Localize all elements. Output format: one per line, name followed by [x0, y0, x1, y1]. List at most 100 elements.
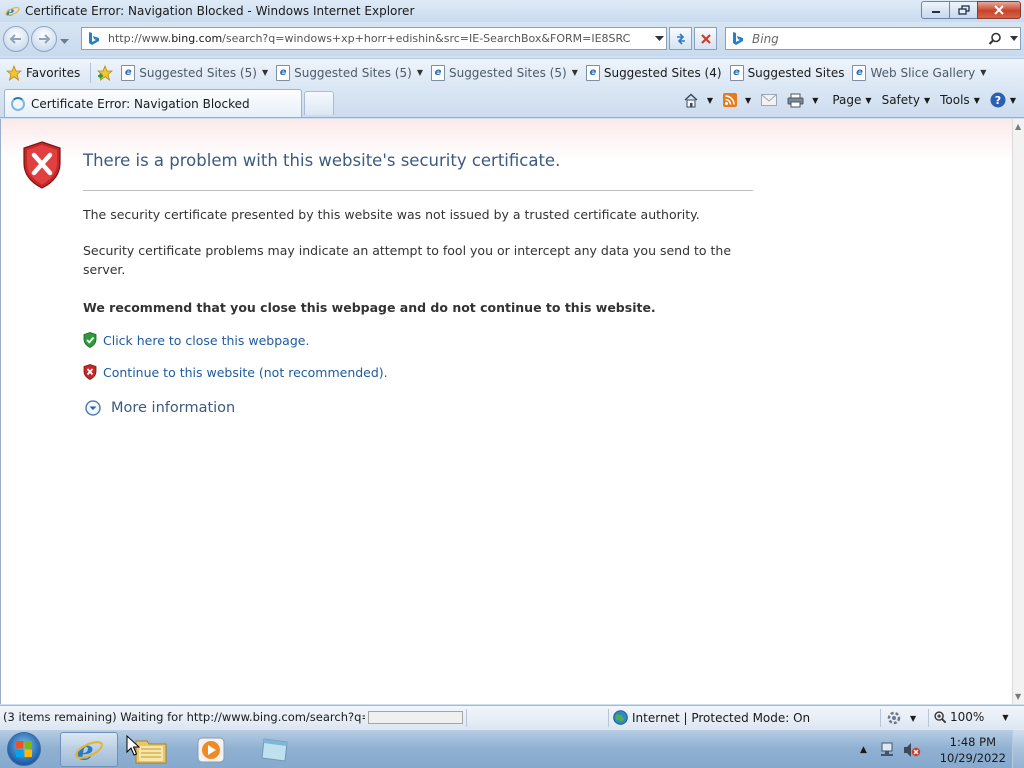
help-button[interactable]: ? ▼	[990, 92, 1016, 108]
read-mail-button[interactable]	[761, 94, 778, 106]
scroll-up-icon[interactable]: ▲	[1015, 122, 1021, 131]
chevron-down-icon: ▼	[812, 95, 819, 105]
tools-menu-button[interactable]: Tools ▼	[940, 93, 980, 107]
show-desktop-button[interactable]	[1012, 730, 1024, 768]
mouse-cursor-icon	[126, 735, 140, 756]
favorites-item-suggested-sites-1[interactable]: e Suggested Sites (5) ▼	[121, 64, 268, 81]
bing-icon	[730, 31, 746, 47]
ie-icon: e	[4, 3, 20, 19]
security-zone[interactable]: Internet | Protected Mode: On	[613, 710, 810, 725]
settings-gear-icon	[887, 711, 901, 725]
chevron-down-icon: ▼	[980, 68, 987, 77]
search-input[interactable]	[752, 31, 982, 46]
search-options-dropdown[interactable]	[1008, 36, 1020, 41]
address-url[interactable]: http://www.bing.com/search?q=windows+xp+…	[108, 32, 652, 45]
chevron-down-icon: ▼	[1002, 712, 1009, 722]
zoom-control[interactable]: 100% ▼	[934, 710, 1008, 724]
clock-date: 10/29/2022	[939, 751, 1006, 765]
ie-page-icon: e	[585, 64, 600, 81]
close-webpage-link-row[interactable]: Click here to close this webpage.	[83, 332, 309, 348]
continue-website-link[interactable]: Continue to this website (not recommende…	[103, 365, 388, 380]
ie-page-icon: e	[121, 64, 136, 81]
recent-pages-dropdown[interactable]	[60, 34, 69, 48]
taskbar: e ▲ 1:48 PM 10/29/2022	[0, 729, 1024, 768]
taskbar-app[interactable]	[246, 732, 304, 767]
add-favorite-star-icon	[97, 64, 114, 81]
back-button[interactable]	[3, 26, 29, 52]
chevron-down-icon	[1010, 36, 1018, 41]
restore-button[interactable]	[949, 1, 978, 19]
navigation-bar: http://www.bing.com/search?q=windows+xp+…	[0, 22, 1024, 56]
ie-page-icon: e	[729, 64, 744, 81]
chevron-down-icon: ▼	[923, 95, 931, 105]
home-button[interactable]: ▼	[683, 92, 713, 108]
add-to-favorites-bar-button[interactable]	[97, 64, 115, 81]
taskbar-media-player[interactable]	[182, 732, 240, 767]
search-button[interactable]	[982, 32, 1008, 46]
taskbar-internet-explorer[interactable]: e	[60, 732, 118, 767]
refresh-button[interactable]	[669, 27, 692, 50]
chevron-down-icon: ▼	[865, 95, 872, 105]
separator	[608, 709, 609, 727]
search-icon	[988, 32, 1001, 45]
favorites-item-suggested-sites-4[interactable]: e Suggested Sites (4)	[585, 64, 722, 81]
separator	[90, 62, 92, 83]
address-bar[interactable]: http://www.bing.com/search?q=windows+xp+…	[81, 27, 667, 50]
clock[interactable]: 1:48 PM 10/29/2022	[940, 734, 1006, 766]
close-webpage-link[interactable]: Click here to close this webpage.	[103, 333, 309, 348]
mail-icon	[761, 94, 778, 106]
safety-menu-button[interactable]: Safety ▼	[882, 93, 931, 107]
restore-icon	[957, 5, 970, 15]
green-shield-check-icon	[83, 332, 97, 348]
address-dropdown[interactable]	[652, 35, 666, 42]
svg-text:?: ?	[995, 94, 1001, 107]
forward-button[interactable]	[31, 26, 57, 52]
tab-certificate-error[interactable]: Certificate Error: Navigation Blocked	[4, 89, 302, 117]
separator	[880, 709, 881, 727]
separator	[466, 709, 467, 727]
stop-button[interactable]	[694, 27, 717, 50]
window-app-icon	[261, 737, 288, 762]
vertical-scrollbar[interactable]: ▲ ▼	[1012, 119, 1024, 704]
chevron-down-icon: ▼	[1009, 95, 1016, 105]
chevron-down-icon	[654, 35, 664, 41]
close-window-button[interactable]	[977, 1, 1021, 19]
ie-page-icon: e	[276, 64, 291, 81]
chevron-down-icon: ▼	[745, 95, 752, 105]
scroll-down-icon[interactable]: ▼	[1015, 692, 1021, 701]
favorites-item-web-slice-gallery[interactable]: e Web Slice Gallery ▼	[852, 64, 987, 81]
print-button[interactable]: ▼	[787, 93, 818, 108]
page-content: There is a problem with this website's s…	[0, 119, 1012, 704]
add-ons-button[interactable]: ▼	[886, 710, 916, 726]
show-hidden-icons-button[interactable]: ▲	[860, 745, 867, 755]
chevron-down-icon: ▼	[416, 68, 423, 77]
minimize-button[interactable]	[921, 1, 950, 19]
continue-website-link-row[interactable]: Continue to this website (not recommende…	[83, 364, 388, 380]
media-player-icon	[197, 737, 225, 762]
certificate-warning: Security certificate problems may indica…	[83, 243, 732, 277]
back-arrow-icon	[9, 34, 21, 44]
network-icon[interactable]	[879, 742, 895, 758]
new-tab-button[interactable]	[304, 91, 334, 115]
volume-muted-icon[interactable]	[903, 742, 921, 758]
refresh-icon	[676, 32, 685, 45]
page-menu-button[interactable]: Page ▼	[832, 93, 871, 107]
windows-logo-icon	[7, 732, 41, 766]
bing-icon	[86, 31, 102, 47]
rss-feed-icon	[723, 93, 738, 107]
printer-icon	[787, 93, 804, 107]
title-bar[interactable]: e Certificate Error: Navigation Blocked …	[0, 0, 1024, 22]
chevron-down-icon: ▼	[571, 68, 578, 77]
favorites-item-suggested-sites-2[interactable]: e Suggested Sites (5) ▼	[276, 64, 423, 81]
favorites-button[interactable]: Favorites	[6, 64, 80, 81]
favorites-item-suggested-sites-3[interactable]: e Suggested Sites (5) ▼	[430, 64, 578, 81]
favorites-item-suggested-sites-5[interactable]: e Suggested Sites	[729, 64, 844, 81]
help-icon: ?	[990, 92, 1006, 108]
start-button[interactable]	[4, 731, 44, 767]
feeds-button[interactable]: ▼	[723, 93, 751, 107]
divider	[83, 190, 753, 191]
progress-bar	[368, 711, 463, 724]
search-box[interactable]	[725, 27, 1021, 50]
more-information-toggle[interactable]: More information	[85, 400, 235, 416]
expand-circle-icon	[85, 400, 101, 416]
